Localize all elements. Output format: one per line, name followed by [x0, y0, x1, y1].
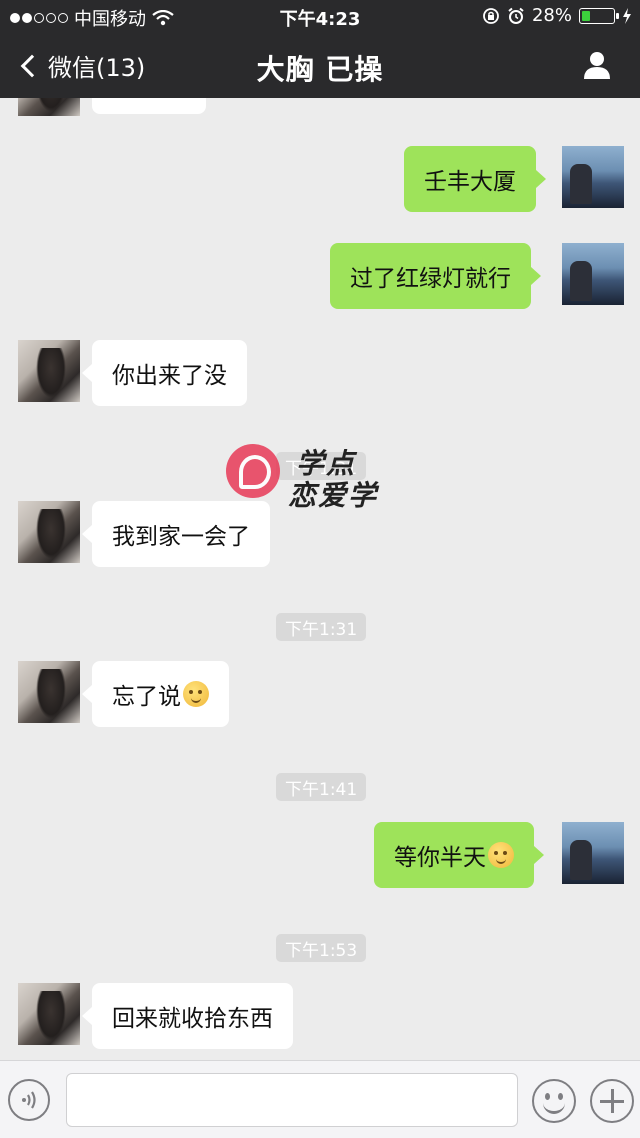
top-bar: 中国移动 下午4:23 28% 微信(13) 大胸 已操	[0, 0, 640, 98]
battery-percent: 28%	[531, 5, 572, 26]
watermark-line2: 恋爱学	[288, 479, 379, 512]
watermark-logo-icon	[226, 444, 280, 498]
message-bubble-partial[interactable]	[92, 98, 206, 114]
message-bubble-sent[interactable]: 等你半天	[374, 822, 544, 888]
charging-bolt-icon	[623, 7, 631, 24]
message-bubble-received[interactable]: 忘了说	[82, 661, 229, 727]
status-bar: 中国移动 下午4:23 28%	[0, 0, 640, 34]
alarm-icon	[508, 7, 524, 24]
emoji-face-icon[interactable]	[532, 1079, 576, 1123]
awkward-smile-emoji	[183, 681, 209, 707]
message-bubble-sent[interactable]: 壬丰大厦	[404, 146, 546, 212]
message-text: 过了红绿灯就行	[350, 266, 511, 292]
message-text: 回来就收拾东西	[112, 1006, 273, 1032]
battery-level-fill	[582, 10, 590, 21]
message-bubble-received[interactable]: 回来就收拾东西	[82, 983, 293, 1049]
timestamp: 下午1:53	[276, 934, 367, 962]
status-right: 28%	[482, 5, 632, 26]
timestamp: 下午1:41	[276, 773, 367, 801]
message-bubble-sent[interactable]: 过了红绿灯就行	[330, 243, 541, 309]
my-avatar[interactable]	[562, 822, 624, 884]
contact-avatar[interactable]	[18, 340, 80, 402]
message-input[interactable]	[66, 1073, 518, 1127]
message-text: 你出来了没	[112, 363, 227, 389]
voice-button[interactable]	[8, 1079, 50, 1121]
voice-icon	[22, 1091, 36, 1109]
contact-avatar[interactable]	[18, 661, 80, 723]
battery-icon	[579, 7, 619, 24]
my-avatar[interactable]	[562, 146, 624, 208]
message-text: 忘了说	[112, 684, 181, 710]
chat-area[interactable]: 壬丰大厦 过了红绿灯就行 你出来了没 下午1:31 我到家一会了 下午1:31 …	[0, 98, 640, 1060]
contact-avatar[interactable]	[18, 98, 80, 116]
person-icon[interactable]	[582, 50, 612, 80]
plus-icon[interactable]	[590, 1079, 634, 1123]
nav-bar: 微信(13) 大胸 已操	[0, 34, 640, 98]
contact-avatar[interactable]	[18, 501, 80, 563]
crazy-face-emoji	[488, 842, 514, 868]
my-avatar[interactable]	[562, 243, 624, 305]
orientation-lock-icon	[483, 7, 499, 24]
watermark: 学点 恋爱学	[226, 444, 426, 544]
input-bar	[0, 1060, 640, 1138]
message-bubble-received[interactable]: 你出来了没	[82, 340, 247, 406]
timestamp: 下午1:31	[276, 613, 367, 641]
message-text: 等你半天	[394, 845, 486, 871]
chat-title: 大胸 已操	[256, 53, 384, 86]
message-text: 壬丰大厦	[424, 169, 516, 195]
contact-avatar[interactable]	[18, 983, 80, 1045]
